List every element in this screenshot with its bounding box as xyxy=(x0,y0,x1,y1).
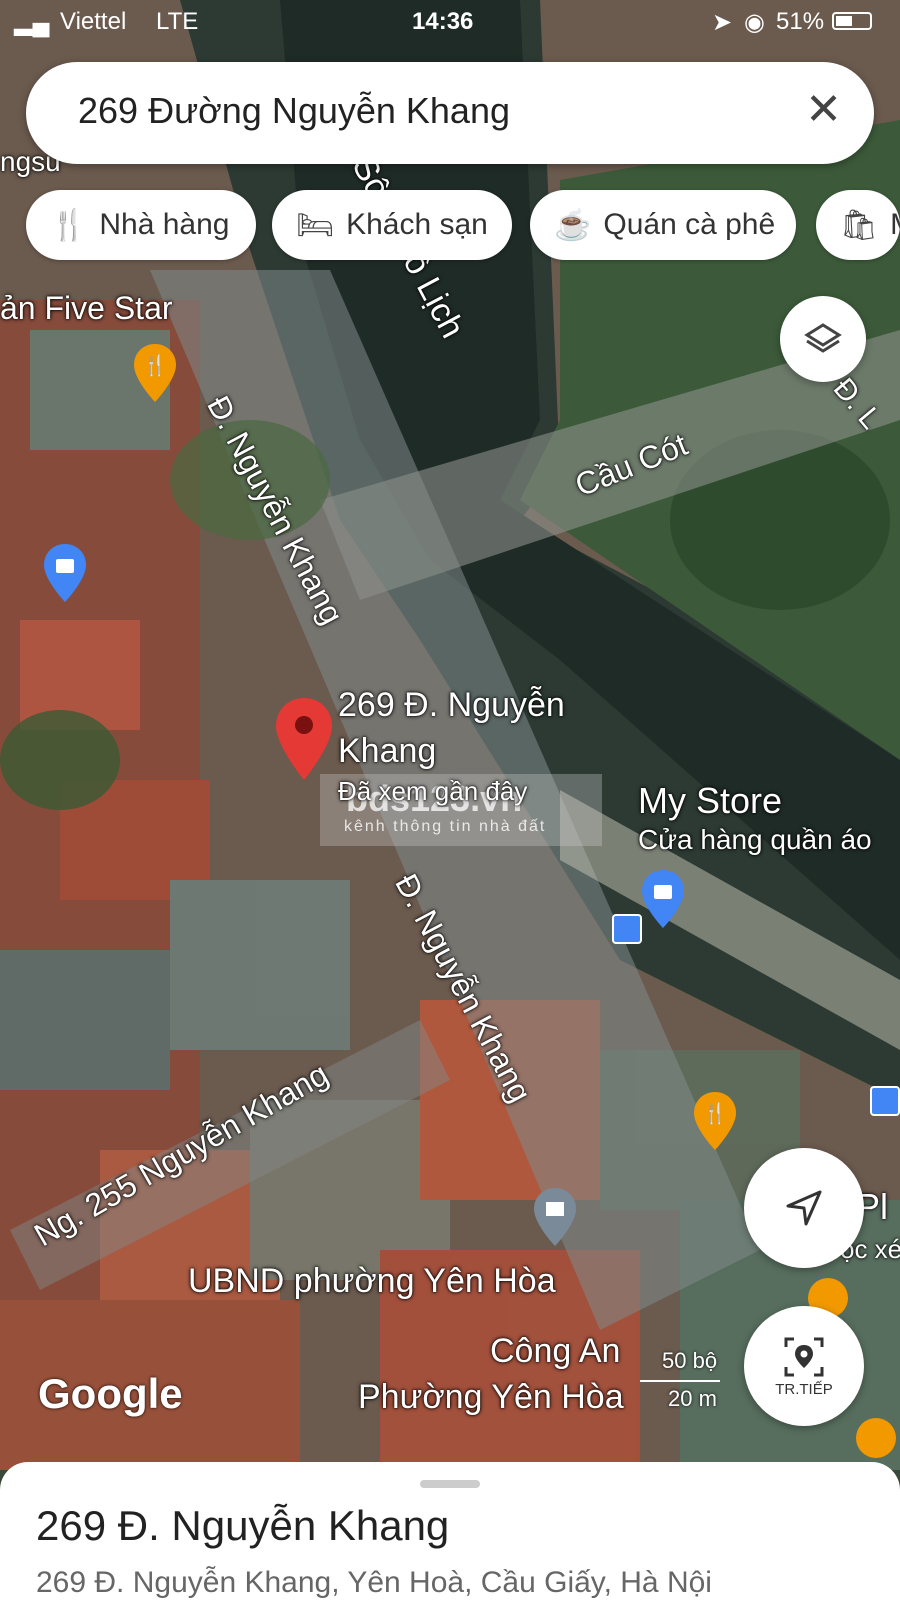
nearby-button[interactable]: TR.TIẾP xyxy=(744,1306,864,1426)
location-arrow-icon: ➤ xyxy=(712,9,733,36)
signal-icon: ▂▄ xyxy=(14,9,50,36)
svg-text:🍴: 🍴 xyxy=(703,1101,728,1125)
store-pin-icon[interactable] xyxy=(642,870,684,928)
scale-bottom-label: 20 m xyxy=(668,1386,717,1411)
pin-subtitle: Đã xem gần đây xyxy=(338,776,528,806)
place-title: 269 Đ. Nguyễn Khang xyxy=(36,1502,450,1549)
pin-title-line2: Khang xyxy=(338,732,437,770)
svg-text:🍴: 🍴 xyxy=(143,353,168,377)
chip-label: Nhà hàng xyxy=(99,208,230,241)
map-label-five-star[interactable]: ản Five Star xyxy=(0,290,173,327)
status-bar: ▂▄ Viettel LTE 14:36 ➤ ◉ 51% xyxy=(0,0,900,44)
chip-label: Khách sạn xyxy=(346,208,488,241)
scale-line xyxy=(640,1380,720,1382)
network-label: LTE xyxy=(156,8,199,35)
bus-stop-icon[interactable] xyxy=(870,1086,900,1116)
restaurant-icon[interactable]: 🍴 xyxy=(694,1092,736,1150)
place-address: 269 Đ. Nguyễn Khang, Yên Hoà, Cầu Giấy, … xyxy=(36,1566,712,1599)
navigation-arrow-icon xyxy=(786,1190,822,1226)
selected-location-pin[interactable] xyxy=(276,698,332,780)
chip-label: Quán cà phê xyxy=(603,208,776,241)
search-query[interactable]: 269 Đường Nguyễn Khang xyxy=(78,90,510,132)
scale-top-label: 50 bộ xyxy=(662,1348,718,1373)
google-logo: Google xyxy=(38,1370,183,1417)
sheet-drag-handle[interactable] xyxy=(420,1480,480,1488)
chip-coffee[interactable]: ☕ Quán cà phê xyxy=(530,190,796,260)
bus-stop-icon[interactable] xyxy=(612,914,642,944)
rotation-lock-icon: ◉ xyxy=(744,9,765,36)
chip-shopping[interactable]: 🛍 M xyxy=(816,190,900,260)
coffee-icon[interactable] xyxy=(856,1418,896,1458)
watermark-tagline: kênh thông tin nhà đất xyxy=(344,818,547,835)
search-bar[interactable]: 269 Đường Nguyễn Khang ✕ xyxy=(26,62,874,164)
restaurant-icon[interactable]: 🍴 xyxy=(134,344,176,402)
chip-hotels[interactable]: 🛏 Khách sạn xyxy=(272,190,512,260)
map-label-police-line2[interactable]: Phường Yên Hòa xyxy=(358,1378,624,1417)
battery-label: 51% xyxy=(776,8,825,35)
layers-button[interactable] xyxy=(780,296,866,382)
hotel-icon: 🛏 xyxy=(296,208,335,242)
place-bottom-sheet[interactable]: 269 Đ. Nguyễn Khang 269 Đ. Nguyễn Khang,… xyxy=(0,1462,900,1600)
civic-building-icon[interactable] xyxy=(534,1188,576,1246)
map-label-police-line1[interactable]: Công An xyxy=(490,1332,620,1371)
store-type: Cửa hàng quần áo xyxy=(638,824,872,855)
shopping-icon: 🛍 xyxy=(840,208,879,242)
battery-icon xyxy=(832,12,872,30)
close-icon[interactable]: ✕ xyxy=(805,88,842,132)
restaurant-icon: 🍴 xyxy=(50,208,88,242)
carrier-label: Viettel xyxy=(60,8,127,35)
chip-restaurants[interactable]: 🍴 Nhà hàng xyxy=(26,190,256,260)
my-location-button[interactable] xyxy=(744,1148,864,1268)
store-name[interactable]: My Store xyxy=(638,780,782,822)
nearby-label: TR.TIẾP xyxy=(775,1380,833,1398)
layers-icon xyxy=(804,323,842,353)
clock: 14:36 xyxy=(412,8,474,35)
coffee-icon: ☕ xyxy=(554,208,592,242)
map-label-ubnd[interactable]: UBND phường Yên Hòa xyxy=(188,1262,556,1301)
location-frame-icon xyxy=(784,1337,824,1376)
shopping-bag-icon[interactable] xyxy=(44,544,86,602)
pin-title-line1: 269 Đ. Nguyễn xyxy=(338,686,565,724)
